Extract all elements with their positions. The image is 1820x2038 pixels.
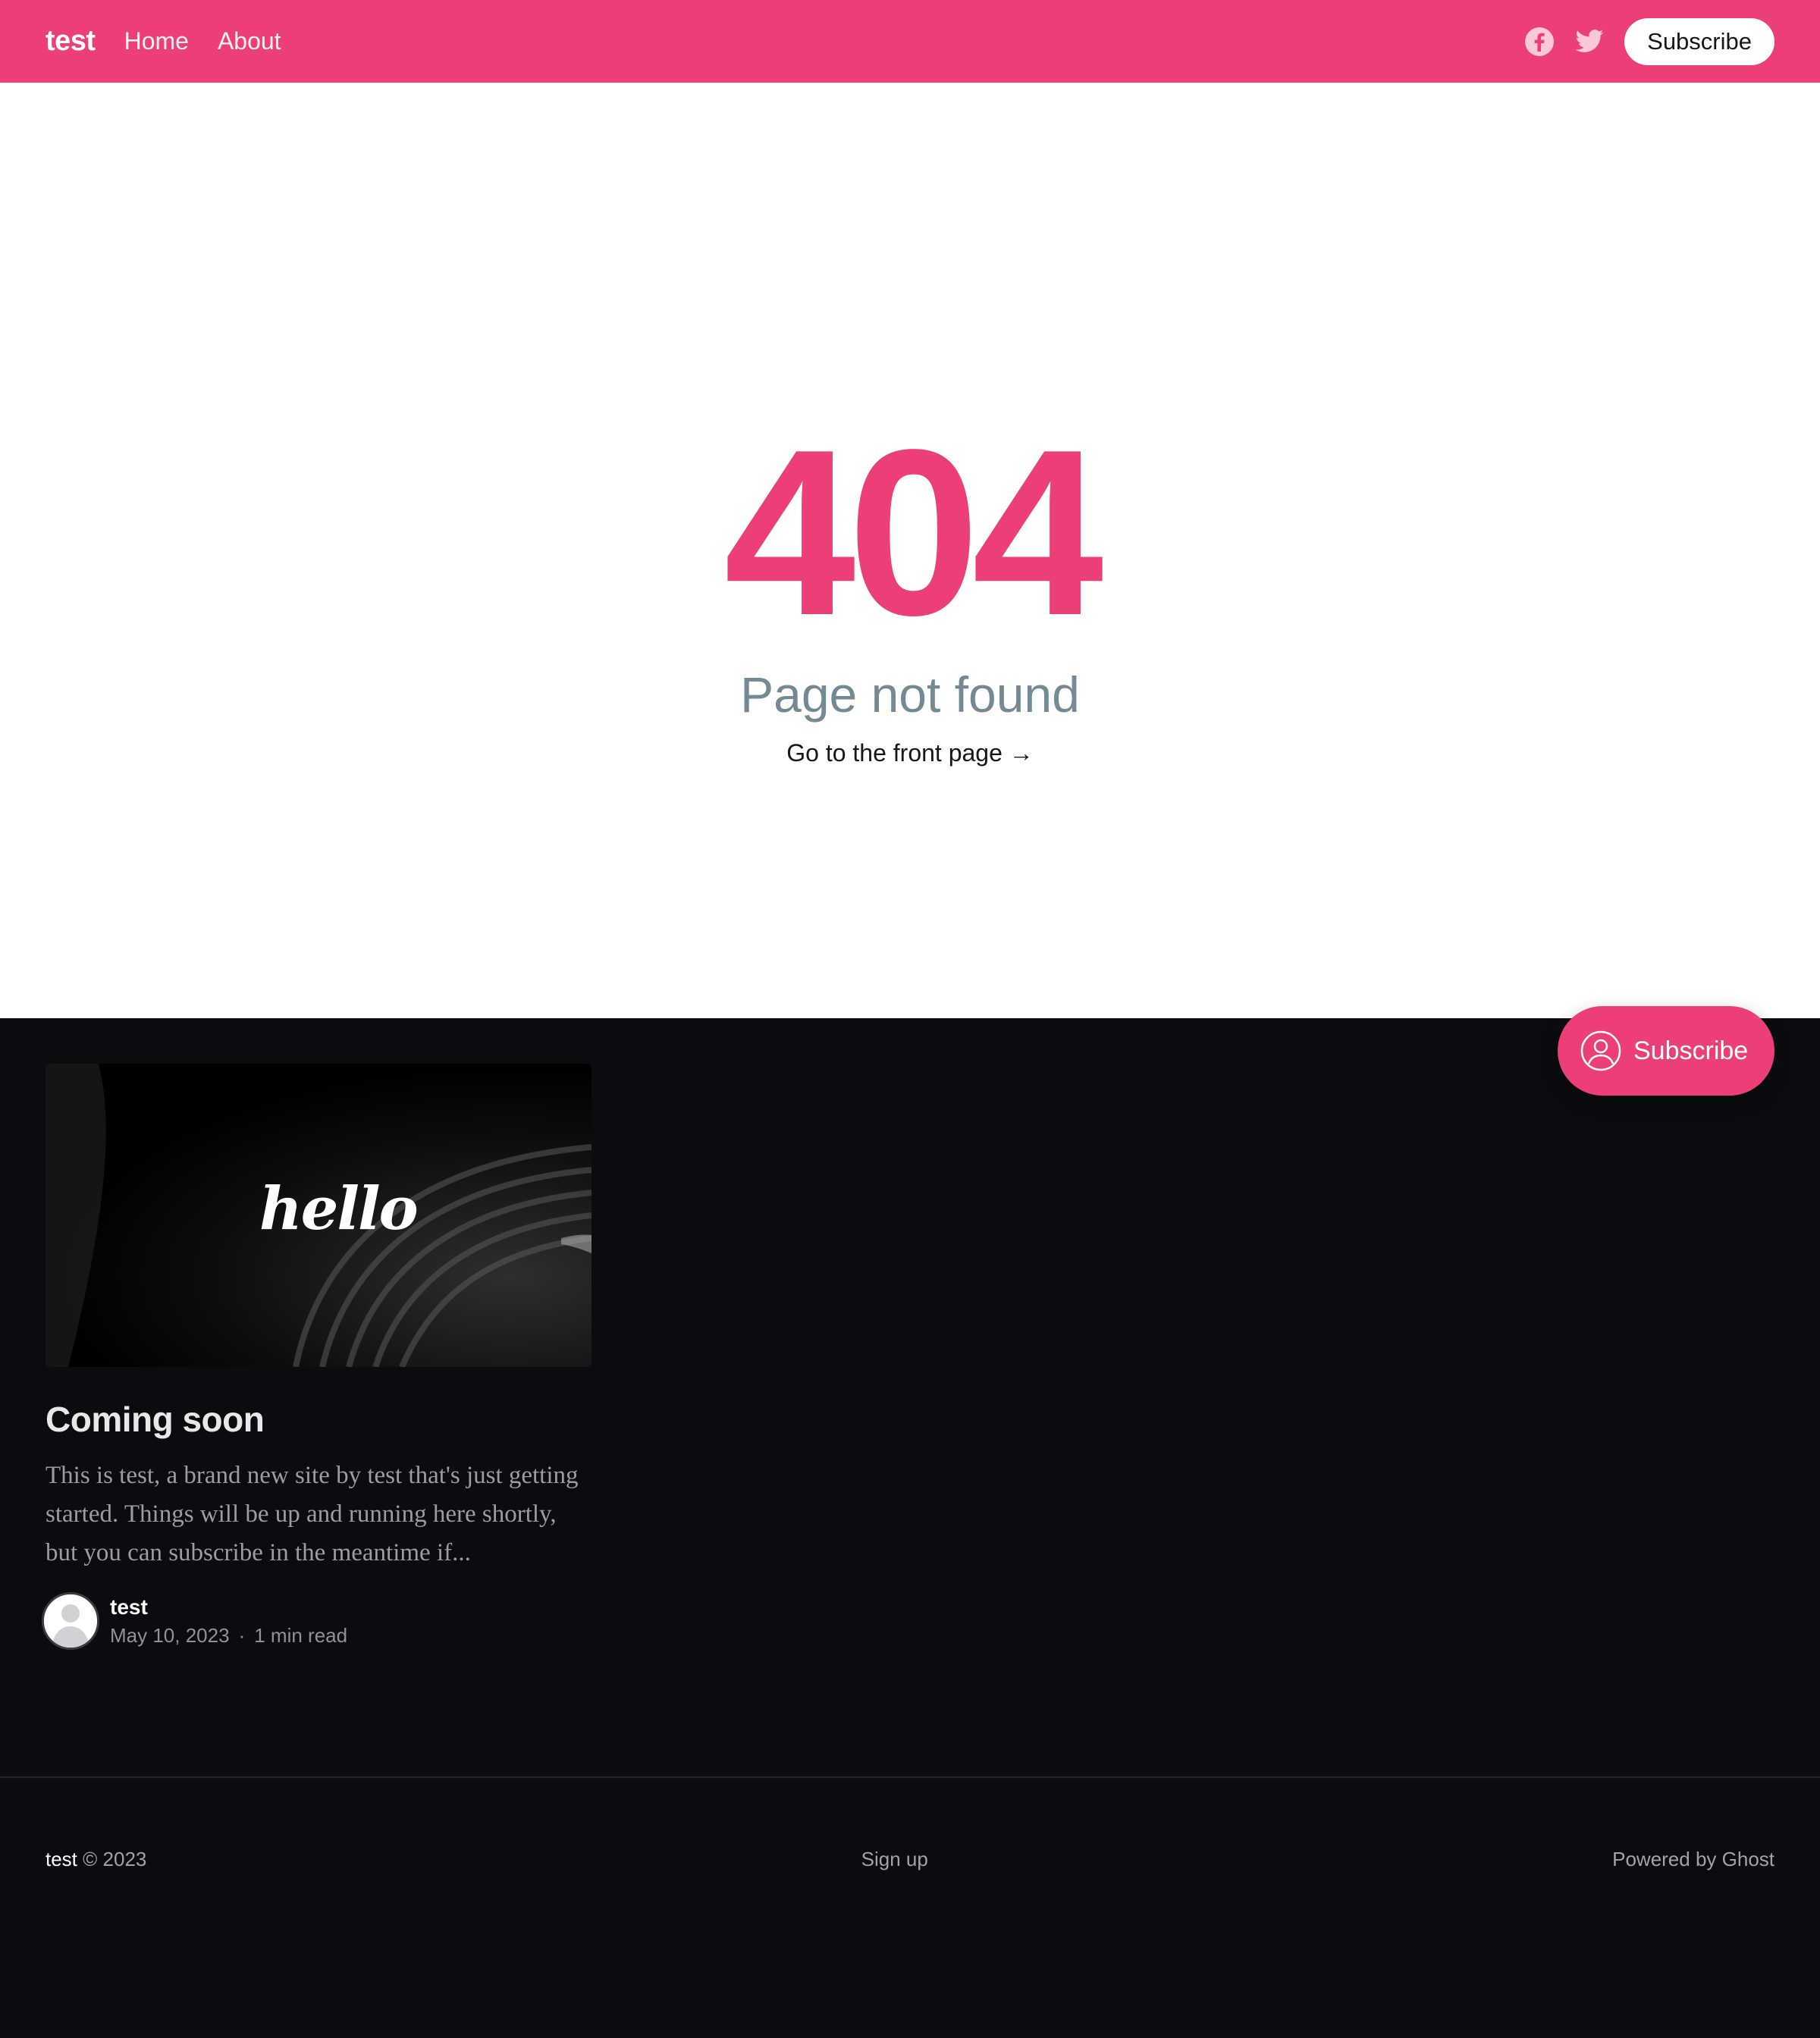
- error-description: Page not found: [740, 666, 1080, 723]
- meta-separator: ·: [238, 1623, 246, 1647]
- footer-brand[interactable]: test: [46, 1848, 77, 1870]
- user-icon: [1580, 1030, 1621, 1071]
- footer-signup-link[interactable]: Sign up: [861, 1848, 928, 2037]
- site-header: test Home About Subscribe: [0, 0, 1820, 83]
- nav-home[interactable]: Home: [124, 27, 189, 55]
- site-logo[interactable]: test: [46, 25, 96, 58]
- post-feed: Subscribe hello Coming soon This is test…: [0, 1006, 1820, 1776]
- nav-about[interactable]: About: [218, 27, 281, 55]
- powered-by-link[interactable]: Powered by Ghost: [1612, 1848, 1774, 2037]
- post-image-text: hello: [259, 1174, 419, 1243]
- post-byline: test May 10, 2023 · 1 min read: [110, 1595, 347, 1648]
- post-title[interactable]: Coming soon: [46, 1399, 592, 1440]
- error-code: 404: [723, 401, 1104, 665]
- site-footer: test © 2023 Sign up Powered by Ghost: [0, 1776, 1820, 2037]
- post-meta: test May 10, 2023 · 1 min read: [42, 1592, 592, 1650]
- author-name[interactable]: test: [110, 1595, 347, 1619]
- facebook-icon[interactable]: [1524, 27, 1555, 57]
- copyright-text: © 2023: [83, 1848, 147, 1870]
- twitter-icon[interactable]: [1574, 27, 1605, 57]
- header-left: test Home About: [46, 25, 310, 58]
- floating-subscribe-label: Subscribe: [1633, 1036, 1749, 1065]
- author-avatar[interactable]: [42, 1592, 99, 1650]
- error-content: 404 Page not found Go to the front page …: [0, 83, 1820, 1018]
- post-date-line: May 10, 2023 · 1 min read: [110, 1624, 347, 1648]
- subscribe-button[interactable]: Subscribe: [1624, 17, 1774, 65]
- post-excerpt: This is test, a brand new site by test t…: [46, 1462, 579, 1566]
- post-date: May 10, 2023: [110, 1623, 230, 1647]
- reading-time: 1 min read: [254, 1623, 348, 1647]
- front-page-link[interactable]: Go to the front page →: [786, 739, 1034, 767]
- post-card[interactable]: hello Coming soon This is test, a brand …: [42, 1064, 592, 1650]
- footer-copyright: test © 2023: [46, 1848, 146, 2037]
- floating-subscribe-button[interactable]: Subscribe: [1558, 1006, 1774, 1096]
- post-image[interactable]: hello: [46, 1064, 592, 1367]
- header-right: Subscribe: [1524, 17, 1774, 65]
